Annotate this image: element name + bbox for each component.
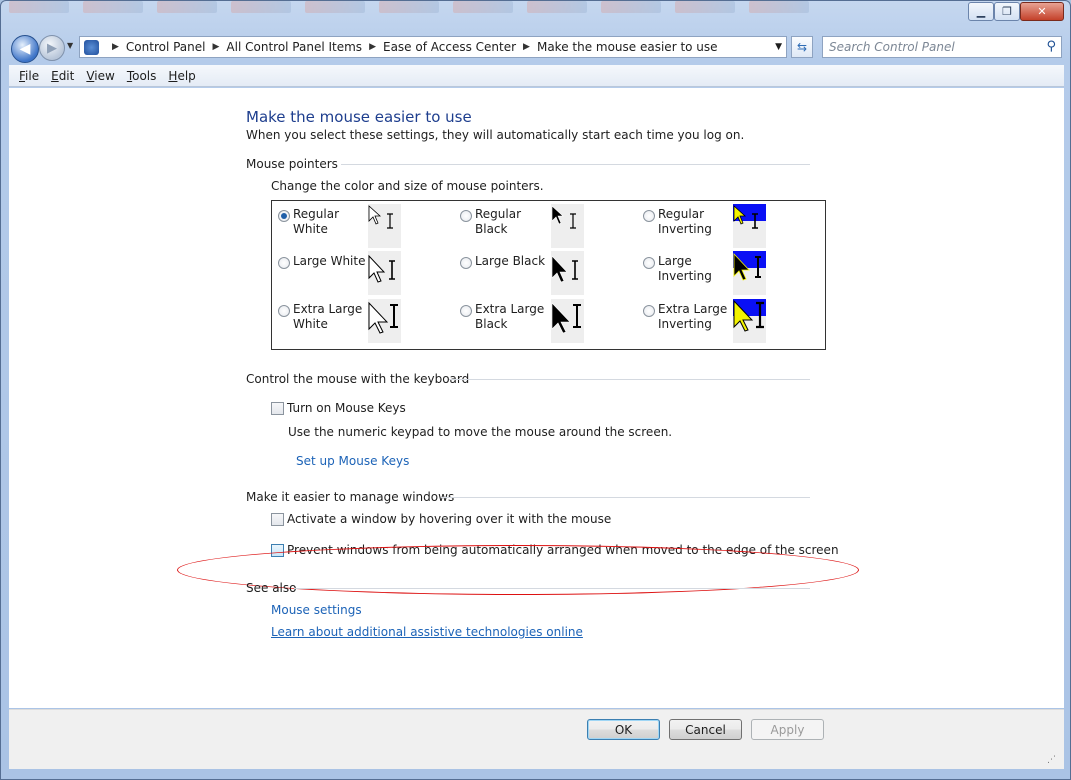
mouse-keys-label[interactable]: Turn on Mouse Keys <box>287 401 406 415</box>
chevron-down-icon[interactable]: ▼ <box>775 42 782 52</box>
breadcrumb-control-panel[interactable]: Control Panel <box>126 40 206 54</box>
chevron-right-icon[interactable]: ▶ <box>213 42 220 52</box>
back-button[interactable]: ◀ <box>11 35 39 63</box>
page-title: Make the mouse easier to use <box>246 108 472 126</box>
pointer-scheme-box: Regular White Large White Extra Large Wh… <box>271 200 826 350</box>
keyboard-section-heading: Control the mouse with the keyboard <box>246 372 470 386</box>
preview-extra-large-inverting <box>733 299 766 343</box>
radio-extra-large-white[interactable] <box>278 305 290 317</box>
chevron-right-icon[interactable]: ▶ <box>112 42 119 52</box>
label-large-white[interactable]: Large White <box>293 254 367 269</box>
preview-regular-black <box>551 204 584 248</box>
preview-large-white <box>368 251 401 295</box>
see-also-heading: See also <box>246 581 297 595</box>
back-arrow-icon: ◀ <box>19 41 31 57</box>
resize-grip-icon[interactable]: ⋰ <box>1047 755 1056 765</box>
preview-large-black <box>551 251 584 295</box>
radio-extra-large-inverting[interactable] <box>643 305 655 317</box>
mouse-settings-link[interactable]: Mouse settings <box>271 603 362 617</box>
section-divider <box>449 379 810 380</box>
mouse-keys-checkbox[interactable] <box>271 402 284 415</box>
address-bar[interactable]: ▶ Control Panel ▶ All Control Panel Item… <box>79 36 787 58</box>
maximize-button[interactable]: ❐ <box>994 2 1020 21</box>
radio-regular-black[interactable] <box>460 210 472 222</box>
title-bar: ▁ ❐ ✕ <box>1 1 1070 29</box>
breadcrumb-current-page[interactable]: Make the mouse easier to use <box>537 40 718 54</box>
menu-bar: File Edit View Tools Help <box>9 65 1064 87</box>
ok-button[interactable]: OK <box>587 719 660 740</box>
search-icon[interactable]: ⚲ <box>1046 39 1056 54</box>
menu-help[interactable]: Help <box>168 69 195 83</box>
label-regular-inverting[interactable]: Regular Inverting <box>658 207 730 237</box>
assistive-technologies-link[interactable]: Learn about additional assistive technol… <box>271 625 583 639</box>
forward-button[interactable]: ▶ <box>39 35 65 61</box>
label-extra-large-white[interactable]: Extra Large White <box>293 302 363 332</box>
control-panel-window: ▁ ❐ ✕ ◀ ▶ ▼ ▶ Control Panel ▶ All Contro… <box>0 0 1071 780</box>
breadcrumb-all-items[interactable]: All Control Panel Items <box>226 40 362 54</box>
mouse-pointers-heading: Mouse pointers <box>246 157 338 171</box>
mouse-pointers-description: Change the color and size of mouse point… <box>271 179 544 193</box>
label-large-black[interactable]: Large Black <box>475 254 549 269</box>
hover-activate-checkbox[interactable] <box>271 513 284 526</box>
breadcrumb-ease-of-access[interactable]: Ease of Access Center <box>383 40 516 54</box>
label-regular-white[interactable]: Regular White <box>293 207 363 237</box>
close-button[interactable]: ✕ <box>1020 2 1064 21</box>
cancel-button[interactable]: Cancel <box>669 719 742 740</box>
setup-mouse-keys-link[interactable]: Set up Mouse Keys <box>296 454 409 468</box>
forward-arrow-icon: ▶ <box>47 40 57 56</box>
dialog-button-bar: OK Cancel Apply ⋰ <box>9 709 1064 769</box>
apply-button[interactable]: Apply <box>751 719 824 740</box>
radio-regular-white[interactable] <box>278 210 290 222</box>
preview-regular-inverting <box>733 204 766 248</box>
search-placeholder: Search Control Panel <box>829 40 955 54</box>
recent-pages-dropdown[interactable]: ▼ <box>67 41 73 50</box>
label-extra-large-black[interactable]: Extra Large Black <box>475 302 545 332</box>
windows-section-heading: Make it easier to manage windows <box>246 490 455 504</box>
refresh-icon: ⇆ <box>796 40 808 54</box>
label-large-inverting[interactable]: Large Inverting <box>658 254 730 284</box>
hover-activate-label[interactable]: Activate a window by hovering over it wi… <box>287 512 611 526</box>
menu-tools[interactable]: Tools <box>127 69 157 83</box>
preview-extra-large-black <box>551 299 584 343</box>
preview-large-inverting <box>733 251 766 295</box>
radio-large-white[interactable] <box>278 257 290 269</box>
main-content: Make the mouse easier to use When you se… <box>9 88 1064 708</box>
refresh-button[interactable]: ⇆ <box>791 36 813 58</box>
section-divider <box>441 497 810 498</box>
minimize-button[interactable]: ▁ <box>968 2 994 21</box>
background-favorites-strip <box>9 1 959 15</box>
radio-large-inverting[interactable] <box>643 257 655 269</box>
menu-file[interactable]: File <box>19 69 39 83</box>
menu-edit[interactable]: Edit <box>51 69 74 83</box>
section-divider <box>294 588 810 589</box>
section-divider <box>341 164 810 165</box>
radio-extra-large-black[interactable] <box>460 305 472 317</box>
search-input[interactable]: Search Control Panel ⚲ <box>822 36 1062 58</box>
radio-large-black[interactable] <box>460 257 472 269</box>
page-subtitle: When you select these settings, they wil… <box>246 128 745 142</box>
label-extra-large-inverting[interactable]: Extra Large Inverting <box>658 302 730 332</box>
menu-view[interactable]: View <box>86 69 114 83</box>
label-regular-black[interactable]: Regular Black <box>475 207 555 237</box>
mouse-keys-description: Use the numeric keypad to move the mouse… <box>288 425 673 439</box>
control-panel-icon <box>84 39 99 55</box>
preview-extra-large-white <box>368 299 401 343</box>
chevron-right-icon[interactable]: ▶ <box>523 42 530 52</box>
chevron-right-icon[interactable]: ▶ <box>369 42 376 52</box>
preview-regular-white <box>368 204 401 248</box>
radio-regular-inverting[interactable] <box>643 210 655 222</box>
